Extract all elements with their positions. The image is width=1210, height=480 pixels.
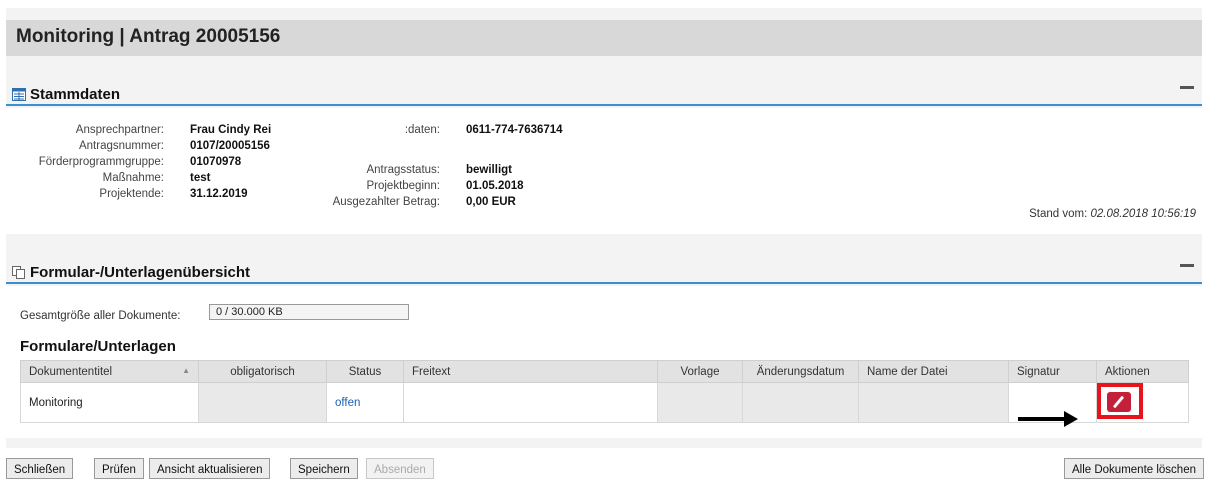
stand-value: 02.08.2018 10:56:19 [1090, 208, 1196, 220]
uebersicht-title: Formular-/Unterlagenübersicht [30, 263, 251, 281]
column-name-der-datei[interactable]: Name der Datei [858, 360, 1009, 383]
gesamt-size-field: 0 / 30.000 KB [209, 304, 409, 320]
cell-obligatorisch [198, 382, 327, 423]
uebersicht-header[interactable]: Formular-/Unterlagenübersicht [6, 256, 1202, 284]
column-dokumententitel[interactable]: Dokumententitel ▲ [20, 360, 199, 383]
table-header-row: Dokumententitel ▲ obligatorisch Status F… [20, 360, 1189, 383]
documents-table: Dokumententitel ▲ obligatorisch Status F… [20, 360, 1189, 423]
page-title: Monitoring | Antrag 20005156 [6, 20, 1202, 56]
field-label: Ansprechpartner: [75, 124, 164, 136]
field-label: Ausgezahlter Betrag: [332, 196, 440, 208]
cell-name-der-datei [858, 382, 1009, 423]
arrow-right-icon [1018, 411, 1078, 427]
column-freitext[interactable]: Freitext [403, 360, 658, 383]
collapse-stammdaten-button[interactable] [1180, 86, 1194, 89]
field-value: 01070978 [190, 156, 242, 168]
highlight-box [1097, 383, 1143, 419]
field-value: 01.05.2018 [466, 180, 524, 192]
field-value: test [190, 172, 211, 184]
field-label: Antragsstatus: [366, 164, 440, 176]
cell-aenderungsdatum [742, 382, 859, 423]
stammdaten-panel: Ansprechpartner: Frau Cindy Rei Antragsnum… [6, 108, 1202, 234]
field-value: 0,00 EUR [466, 196, 516, 208]
field-label: Antragsnummer: [78, 140, 164, 152]
table-icon [12, 87, 26, 101]
stammdaten-title: Stammdaten [30, 85, 121, 103]
documents-icon [12, 265, 26, 279]
arrow-shaft [1018, 417, 1070, 421]
field-label: Projektende: [99, 188, 164, 200]
column-aktionen: Aktionen [1096, 360, 1189, 383]
cell-dokumententitel: Monitoring [20, 382, 199, 423]
collapse-uebersicht-button[interactable] [1180, 264, 1194, 267]
pruefen-button[interactable]: Prüfen [94, 458, 144, 479]
gesamt-label: Gesamtgröße aller Dokumente: [20, 310, 181, 322]
table-row: Monitoring offen [20, 382, 1189, 423]
stammdaten-header[interactable]: Stammdaten [6, 78, 1202, 106]
field-label: Projektbeginn: [366, 180, 440, 192]
schliessen-button[interactable]: Schließen [6, 458, 74, 479]
page-container: Monitoring | Antrag 20005156 Stammdaten … [6, 8, 1202, 448]
field-value: 0107/20005156 [190, 140, 270, 152]
field-value: 31.12.2019 [190, 188, 248, 200]
absenden-button[interactable]: Absenden [366, 458, 434, 479]
column-signatur[interactable]: Signatur [1008, 360, 1097, 383]
field-label: Maßnahme: [102, 172, 164, 184]
cell-freitext [403, 382, 658, 423]
status-link[interactable]: offen [326, 382, 404, 423]
field-value: 0611-774-7636714 [466, 124, 563, 136]
edit-pencil-icon[interactable] [1107, 392, 1131, 412]
field-value: Frau Cindy Rei [190, 124, 272, 136]
cell-vorlage [657, 382, 743, 423]
speichern-button[interactable]: Speichern [290, 458, 358, 479]
column-label: Dokumententitel [29, 365, 113, 378]
cell-aktionen [1096, 382, 1189, 423]
column-vorlage[interactable]: Vorlage [657, 360, 743, 383]
column-aenderungsdatum[interactable]: Änderungsdatum [742, 360, 859, 383]
column-status[interactable]: Status [326, 360, 404, 383]
field-label: :daten: [404, 124, 440, 136]
field-value: bewilligt [466, 164, 512, 176]
stand-vom: Stand vom: 02.08.2018 10:56:19 [1029, 208, 1196, 220]
column-obligatorisch[interactable]: obligatorisch [198, 360, 327, 383]
field-label: Förderprogrammgruppe: [38, 156, 164, 168]
stand-label: Stand vom: [1029, 208, 1088, 220]
formulare-heading: Formulare/Unterlagen [20, 338, 176, 355]
sort-ascending-icon[interactable]: ▲ [182, 366, 190, 375]
arrow-head [1064, 411, 1078, 427]
alle-dokumente-loeschen-button[interactable]: Alle Dokumente löschen [1063, 458, 1204, 479]
ansicht-aktualisieren-button[interactable]: Ansicht aktualisieren [149, 458, 271, 479]
